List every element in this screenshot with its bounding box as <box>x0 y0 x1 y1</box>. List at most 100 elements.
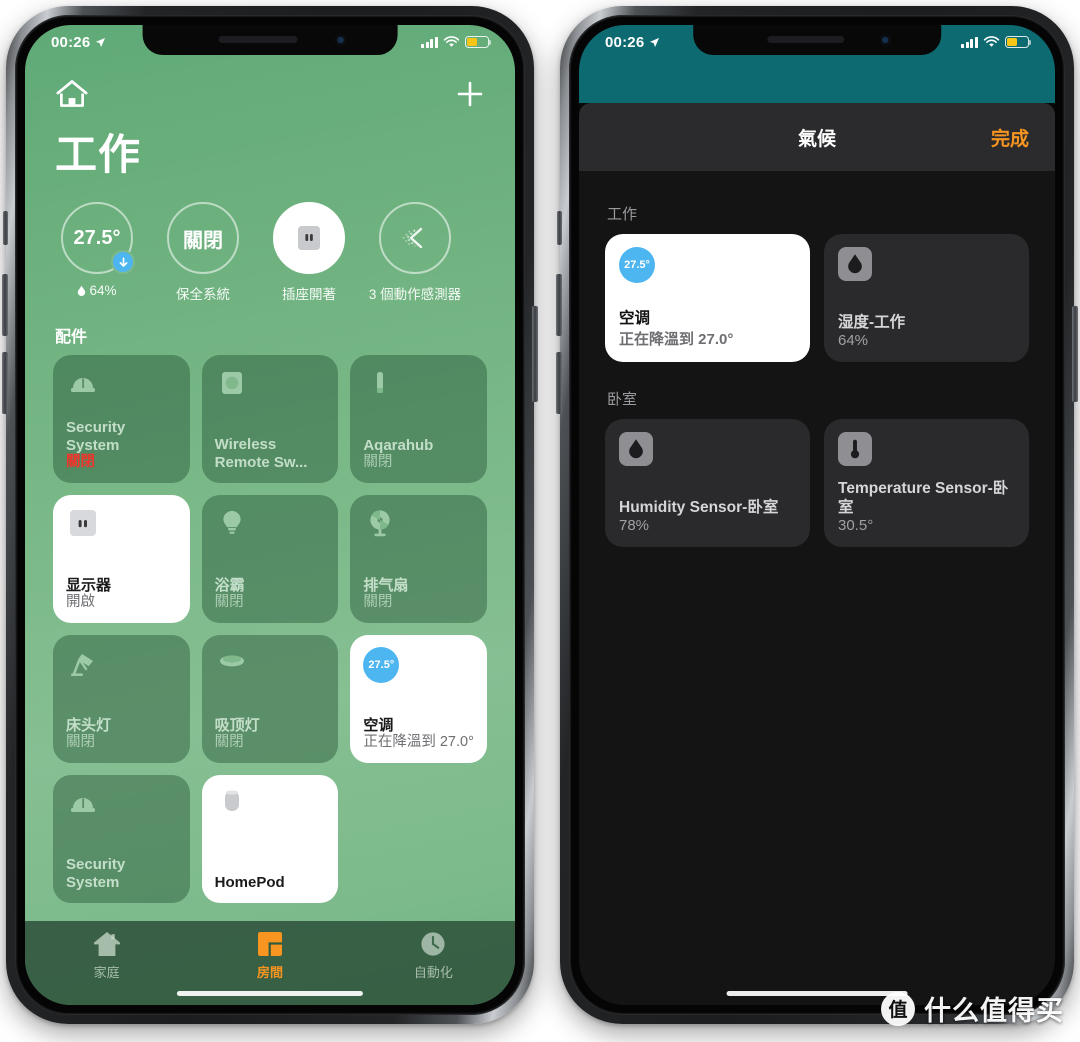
tile-text: 浴霸 關閉 <box>214 576 245 611</box>
climate-content: 工作 27.5° 空调 正在降溫到 27.0° 湿度-工作 64% 卧室 Hum… <box>579 171 1055 1005</box>
climate-tile-text: 湿度-工作 64% <box>838 313 906 349</box>
climate-tile-humidity-sensor-bedroom[interactable]: Humidity Sensor-卧室 78% <box>605 419 810 547</box>
climate-tile-air-conditioner[interactable]: 27.5° 空调 正在降溫到 27.0° <box>605 234 810 362</box>
temperature-circle[interactable]: 27.5° <box>61 202 135 274</box>
tile-text: Security System 關閉 <box>66 419 126 471</box>
climate-nav-bar: 氣候 完成 <box>579 103 1055 171</box>
climate-tile-humidity-work[interactable]: 湿度-工作 64% <box>824 234 1029 362</box>
power-button[interactable] <box>1072 306 1078 402</box>
temperature-value: 27.5° <box>73 226 121 249</box>
tile-text: Aqarahub 關閉 <box>363 436 434 471</box>
tile-security-system-2[interactable]: Security System <box>53 775 190 903</box>
rooms-icon <box>257 932 282 956</box>
climate-grid-bedroom: Humidity Sensor-卧室 78% Temperature Senso… <box>605 419 1029 547</box>
mute-switch[interactable] <box>557 211 562 245</box>
tile-text: 床头灯 關閉 <box>66 716 112 751</box>
house-icon[interactable] <box>55 79 89 109</box>
humidity-drop-icon <box>78 285 86 296</box>
outlet-caption: 插座開著 <box>282 287 336 302</box>
volume-up-button[interactable] <box>2 274 8 336</box>
tile-air-conditioner[interactable]: 27.5° 空调 正在降溫到 27.0° <box>350 635 487 763</box>
motion-caption: 3 個動作感測器 <box>368 287 462 302</box>
humidity-drop-icon <box>838 247 872 281</box>
location-arrow-icon <box>650 37 660 47</box>
tile-text: Wireless Remote Sw... <box>214 436 308 471</box>
tile-placeholder <box>350 775 487 903</box>
accessories-header: 配件 <box>55 329 88 346</box>
battery-icon <box>465 36 492 48</box>
status-bar-time: 00:26 <box>605 33 645 51</box>
home-app-scroll[interactable]: 工作 27.5° 64% 關閉 保全系統 插座開著 3 個動作感測器 配件 Se… <box>25 25 515 1005</box>
mute-switch[interactable] <box>3 211 8 245</box>
tile-security-system[interactable]: Security System 關閉 <box>53 355 190 483</box>
volume-down-button[interactable] <box>556 352 562 414</box>
alarm-siren-icon <box>71 798 95 812</box>
outlet-icon <box>70 510 96 536</box>
tile-text: 吸顶灯 關閉 <box>214 716 260 751</box>
tile-ceiling-light[interactable]: 吸顶灯 關閉 <box>201 635 339 763</box>
tile-bath-heater[interactable]: 浴霸 關閉 <box>201 495 339 623</box>
security-caption: 保全系統 <box>176 287 230 302</box>
home-top-bar <box>25 55 515 109</box>
watermark: 值 什么值得买 <box>881 989 1064 1028</box>
humidity-value: 64% <box>89 283 117 298</box>
fan-icon <box>370 510 390 537</box>
accessory-grid: Security System 關閉 Wireless Remote Sw... <box>25 355 515 903</box>
security-circle[interactable]: 關閉 <box>167 202 239 274</box>
tile-bedside-lamp[interactable]: 床头灯 關閉 <box>53 635 190 763</box>
thermostat-bubble-icon: 27.5° <box>619 247 655 283</box>
tile-aqarahub[interactable]: Aqarahub 關閉 <box>350 355 487 483</box>
homepod-icon <box>224 790 239 811</box>
tile-homepod[interactable]: HomePod <box>201 775 339 903</box>
watermark-text: 什么值得买 <box>924 996 1064 1026</box>
volume-down-button[interactable] <box>2 352 8 414</box>
thermostat-bubble-icon: 27.5° <box>363 647 400 683</box>
hub-icon <box>377 372 384 393</box>
tab-home[interactable]: 家庭 <box>25 930 188 981</box>
ceiling-light-icon <box>219 655 244 667</box>
tile-display-monitor[interactable]: 显示器 開啟 <box>53 495 190 623</box>
humidity-caption: 64% <box>77 283 117 298</box>
desk-lamp-icon <box>71 654 93 676</box>
tile-exhaust-fan[interactable]: 排气扇 關閉 <box>350 495 487 623</box>
watermark-badge: 值 <box>881 991 915 1026</box>
status-item-outlet[interactable]: 插座開著 <box>259 202 359 303</box>
climate-tile-temperature-sensor-bedroom[interactable]: Temperature Sensor-卧室 30.5° <box>824 419 1029 547</box>
tab-automation[interactable]: 自動化 <box>352 930 515 981</box>
volume-up-button[interactable] <box>556 274 562 336</box>
page-title: 工作 <box>55 131 142 178</box>
bulb-icon <box>223 511 241 534</box>
outlet-circle[interactable] <box>273 202 345 274</box>
screenshot-canvas: 00:26 工作 27.5° 64% 關閉 保全系統 插座開著 3 個動作感測器… <box>0 0 1080 1042</box>
tile-text: 空调 正在降溫到 27.0° <box>363 716 474 751</box>
outlet-icon <box>298 226 320 250</box>
section-header-work: 工作 <box>607 206 638 223</box>
status-bar-time: 00:26 <box>51 33 91 51</box>
arrow-down-icon <box>111 250 135 274</box>
left-status-bar: 00:26 <box>25 25 515 55</box>
wifi-icon <box>983 36 1000 47</box>
house-filled-icon <box>93 932 120 956</box>
status-bar-right <box>961 36 1032 48</box>
motion-circle[interactable] <box>379 202 451 274</box>
power-button[interactable] <box>532 306 538 402</box>
status-bar-left: 00:26 <box>605 34 660 51</box>
tile-text: Security System <box>66 856 126 891</box>
done-button[interactable]: 完成 <box>991 124 1029 151</box>
status-summary-row: 27.5° 64% 關閉 保全系統 插座開著 3 個動作感測器 <box>25 182 515 303</box>
cellular-bars-icon <box>961 36 978 48</box>
home-indicator[interactable] <box>176 991 364 996</box>
cellular-bars-icon <box>421 36 438 48</box>
status-item-temperature[interactable]: 27.5° 64% <box>47 202 147 303</box>
battery-icon <box>1005 36 1032 48</box>
page-title: 氣候 <box>797 128 836 150</box>
tab-rooms[interactable]: 房間 <box>188 930 351 981</box>
status-bar-right <box>421 36 492 48</box>
motion-sensor-icon <box>402 227 423 249</box>
plus-icon[interactable] <box>455 79 485 109</box>
status-item-motion[interactable]: 3 個動作感測器 <box>365 202 465 303</box>
tile-wireless-remote-switch[interactable]: Wireless Remote Sw... <box>201 355 339 483</box>
status-item-security[interactable]: 關閉 保全系統 <box>153 202 253 303</box>
security-value: 關閉 <box>183 229 223 252</box>
tile-text: HomePod <box>214 873 285 891</box>
